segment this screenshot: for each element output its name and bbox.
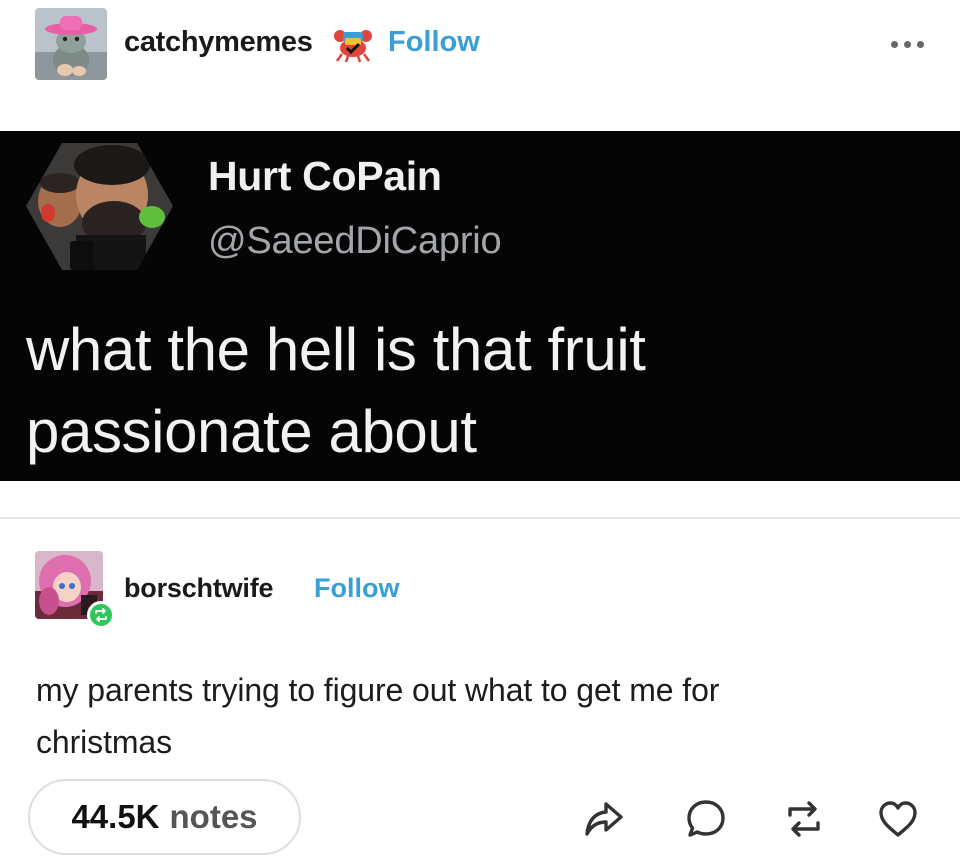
reblog-follow-button[interactable]: Follow [314,573,399,604]
reblog-divider [0,517,960,519]
tweet-screenshot: Hurt CoPain @SaeedDiCaprio what the hell… [0,131,960,481]
tweet-handle: @SaeedDiCaprio [208,220,502,262]
notes-button[interactable]: 44.5K notes [28,779,301,855]
tweet-text-line: what the hell is that fruit [26,316,646,383]
tweet-text: what the hell is that fruit passionate a… [26,309,926,473]
reblog-text-line: my parents trying to figure out what to … [36,672,720,708]
share-icon[interactable] [582,797,626,841]
follow-button[interactable]: Follow [388,26,480,59]
reblog-icon[interactable] [782,797,826,841]
tweet-text-line: passionate about [26,398,477,465]
crab-icon [332,24,374,64]
post-author-name[interactable]: catchymemes [124,26,313,59]
post-header: catchymemes Follow [0,0,960,130]
tweet-avatar-image [26,143,173,270]
tweet-display-name: Hurt CoPain [208,153,442,199]
reblog-text: my parents trying to figure out what to … [36,664,916,768]
like-icon[interactable] [876,797,920,841]
notes-count: 44.5K [71,798,160,835]
more-options-icon[interactable] [888,38,928,52]
notes-label: notes [169,798,258,835]
reblog-author-name[interactable]: borschtwife [124,573,274,604]
reblog-badge-icon [87,601,115,629]
reply-icon[interactable] [684,797,728,841]
catchymemes-avatar[interactable] [35,8,107,80]
reblog-text-line: christmas [36,724,173,760]
